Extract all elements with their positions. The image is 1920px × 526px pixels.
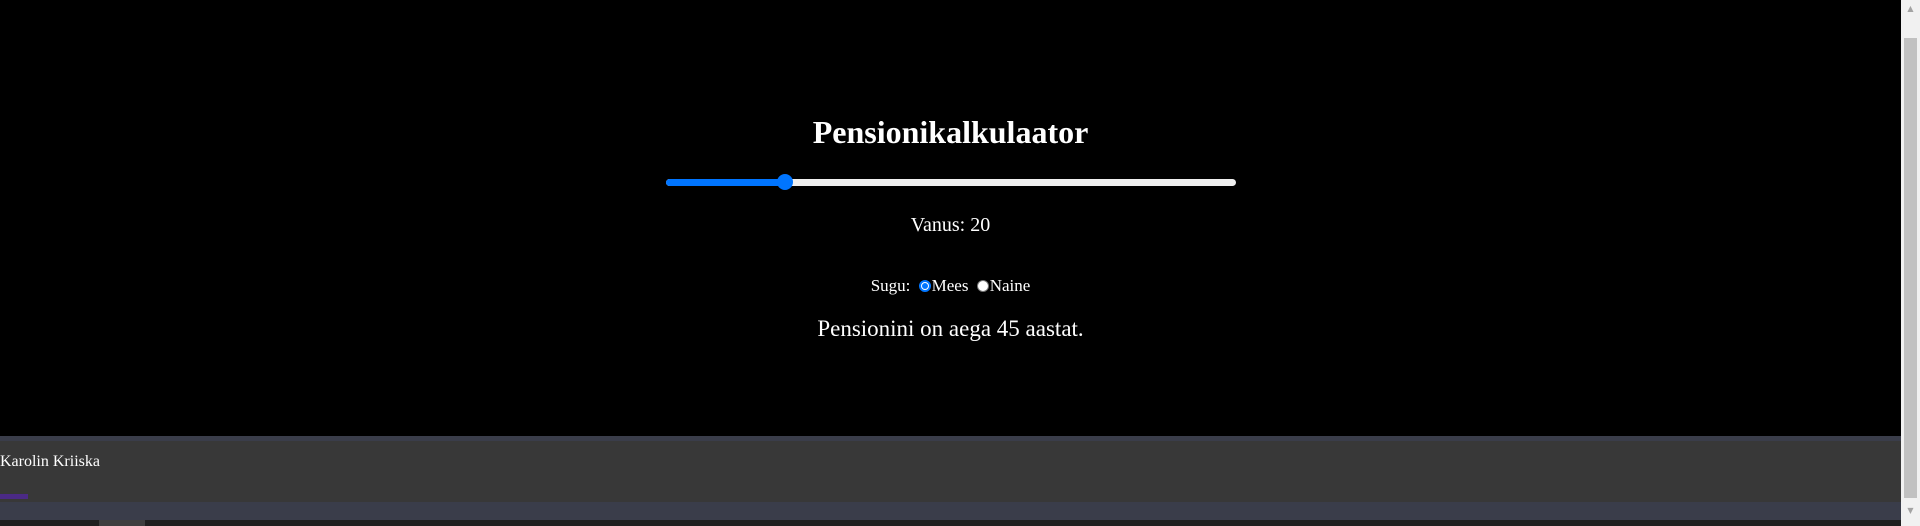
gender-label: Sugu:	[870, 276, 911, 295]
page: Pensionikalkulaator Vanus: 20 Sugu: Mees…	[0, 0, 1920, 526]
slider-fill	[666, 179, 785, 186]
radio-naine[interactable]	[976, 280, 989, 292]
age-value: 20	[970, 214, 991, 236]
footer: Karolin Kriiska	[0, 436, 1901, 520]
slider-track[interactable]	[666, 179, 1236, 186]
age-display: Vanus: 20	[0, 213, 1901, 237]
page-title: Pensionikalkulaator	[812, 114, 1089, 150]
footer-bottom-band	[0, 502, 1901, 520]
slider-thumb[interactable]	[776, 174, 793, 190]
main-content: Pensionikalkulaator Vanus: 20 Sugu: Mees…	[0, 0, 1901, 436]
bottom-strip	[0, 520, 1901, 526]
footer-accent-bar	[0, 494, 28, 499]
scroll-thumb[interactable]	[1904, 38, 1917, 498]
radio-naine-label[interactable]: Naine	[990, 276, 1031, 295]
age-slider[interactable]	[666, 172, 1236, 192]
bottom-strip-item	[99, 520, 145, 526]
result-text: Pensionini on aega 45 aastat.	[817, 316, 1084, 341]
radio-mees[interactable]	[918, 280, 931, 292]
gender-selector: Sugu: Mees Naine	[0, 275, 1901, 297]
vertical-scrollbar[interactable]: ▲ ▼	[1901, 0, 1920, 526]
radio-mees-label[interactable]: Mees	[932, 276, 969, 295]
scroll-down-button[interactable]: ▼	[1901, 502, 1920, 519]
triangle-up-icon: ▲	[1907, 4, 1914, 13]
footer-divider	[0, 436, 1901, 441]
footer-author: Karolin Kriiska	[0, 453, 100, 470]
scroll-up-button[interactable]: ▲	[1901, 0, 1920, 17]
triangle-down-icon: ▼	[1907, 506, 1914, 515]
age-label: Vanus:	[910, 214, 966, 236]
